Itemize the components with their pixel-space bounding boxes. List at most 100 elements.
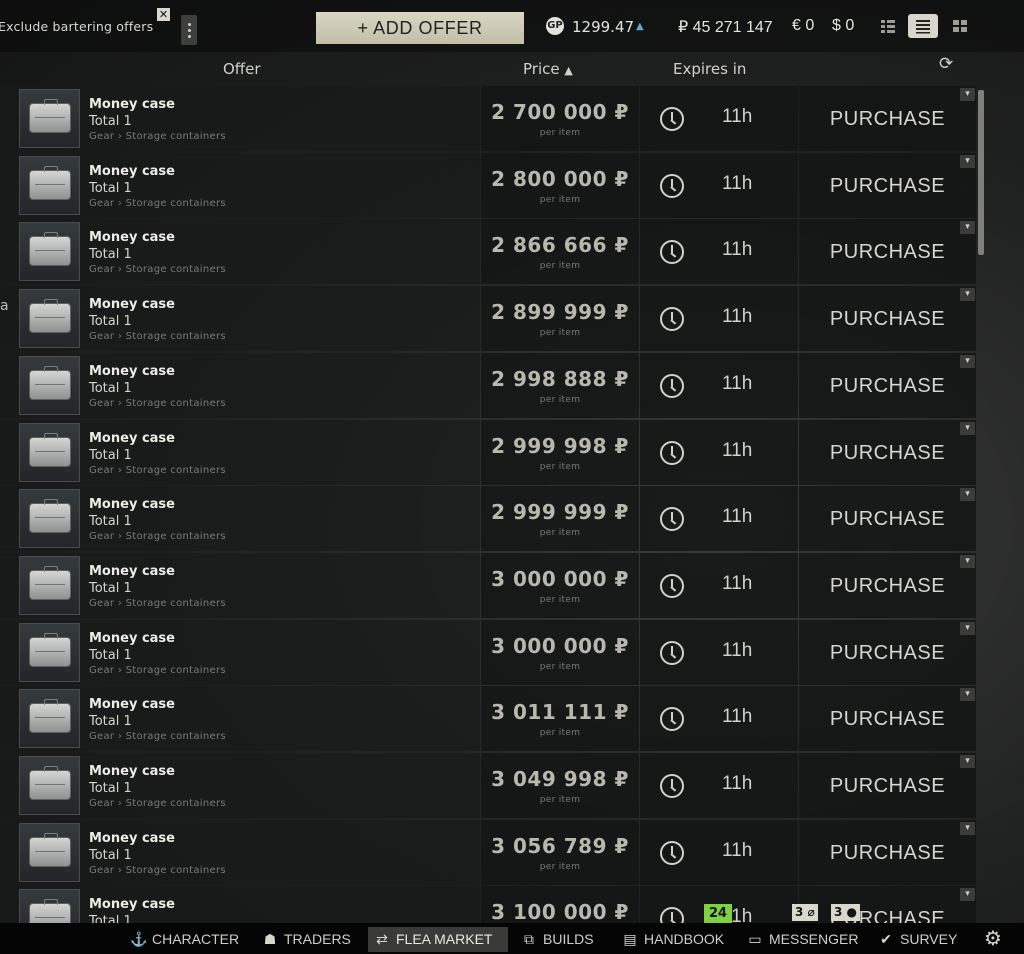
item-thumbnail[interactable] xyxy=(19,823,80,882)
purchase-button[interactable]: PURCHASE xyxy=(799,753,976,818)
expand-row-chevron-icon[interactable]: ▾ xyxy=(960,755,975,768)
nav-survey[interactable]: ✔ SURVEY xyxy=(872,927,957,952)
purchase-label: PURCHASE xyxy=(829,575,946,597)
clock-icon xyxy=(660,507,684,531)
item-thumbnail[interactable] xyxy=(19,889,80,923)
table-row: Money case Total 1 Gear › Storage containe… xyxy=(0,420,976,486)
item-category: Gear › Storage containers xyxy=(89,331,226,342)
item-thumbnail[interactable] xyxy=(19,423,80,482)
compact-list-view-icon[interactable] xyxy=(880,18,896,34)
price-cell: 2 999 998 ₽ per item xyxy=(481,420,639,485)
expires-column-header[interactable]: Expires in xyxy=(673,60,746,78)
expand-row-chevron-icon[interactable]: ▾ xyxy=(960,155,975,168)
expires-time: 11h xyxy=(722,239,753,260)
item-name[interactable]: Money case xyxy=(89,631,175,646)
clock-icon xyxy=(660,574,684,598)
item-thumbnail[interactable] xyxy=(19,289,80,348)
offer-cell: Money case Total 1 Gear › Storage containe… xyxy=(0,620,480,685)
item-thumbnail[interactable] xyxy=(19,756,80,815)
nav-flea-market[interactable]: ⇄ FLEA MARKET xyxy=(368,927,508,952)
purchase-button[interactable]: PURCHASE xyxy=(799,620,976,685)
nav-traders[interactable]: ☗ TRADERS xyxy=(256,927,351,952)
item-thumbnail[interactable] xyxy=(19,156,80,215)
nav-messenger[interactable]: ▭ MESSENGER xyxy=(741,927,858,952)
item-thumbnail[interactable] xyxy=(19,222,80,281)
price-cell: 2 999 999 ₽ per item xyxy=(481,486,639,551)
scrollbar[interactable] xyxy=(978,90,984,255)
purchase-button[interactable]: PURCHASE xyxy=(799,353,976,418)
clock-icon xyxy=(660,307,684,331)
item-name[interactable]: Money case xyxy=(89,497,175,512)
item-name[interactable]: Money case xyxy=(89,97,175,112)
purchase-button[interactable]: PURCHASE xyxy=(799,420,976,485)
item-thumbnail[interactable] xyxy=(19,356,80,415)
offer-cell: Money case Total 1 Gear › Storage containe… xyxy=(0,686,480,751)
item-name[interactable]: Money case xyxy=(89,297,175,312)
paperclip-icon: ⌀ xyxy=(807,905,815,919)
item-thumbnail[interactable] xyxy=(19,689,80,748)
purchase-button[interactable]: PURCHASE xyxy=(799,86,976,151)
expand-row-chevron-icon[interactable]: ▾ xyxy=(960,688,975,701)
nav-character[interactable]: ⚓ CHARACTER xyxy=(124,927,239,952)
expand-row-chevron-icon[interactable]: ▾ xyxy=(960,488,975,501)
exclude-bartering-close-icon[interactable]: ✕ xyxy=(157,8,170,21)
item-thumbnail[interactable] xyxy=(19,489,80,548)
purchase-button[interactable]: PURCHASE xyxy=(799,486,976,551)
purchase-button[interactable]: PURCHASE xyxy=(799,153,976,218)
nav-character-label: CHARACTER xyxy=(152,931,240,947)
money-case-icon xyxy=(29,366,71,400)
grid-view-icon[interactable] xyxy=(952,18,968,34)
expand-row-chevron-icon[interactable]: ▾ xyxy=(960,288,975,301)
purchase-button[interactable]: PURCHASE xyxy=(799,886,976,923)
offer-cell: Money case Total 1 Gear › Storage containe… xyxy=(0,753,480,818)
item-total: Total 1 xyxy=(89,781,132,796)
item-name[interactable]: Money case xyxy=(89,831,175,846)
expand-row-chevron-icon[interactable]: ▾ xyxy=(960,221,975,234)
nav-handbook[interactable]: ▤ HANDBOOK xyxy=(616,927,724,952)
refresh-icon[interactable]: ⟳ xyxy=(939,54,953,74)
person-icon: ● xyxy=(846,905,858,919)
item-name[interactable]: Money case xyxy=(89,897,175,912)
expires-time: 11h xyxy=(722,506,753,527)
purchase-button[interactable]: PURCHASE xyxy=(799,553,976,618)
clock-icon xyxy=(660,441,684,465)
item-name[interactable]: Money case xyxy=(89,364,175,379)
more-options-button[interactable] xyxy=(181,15,197,45)
offer-column-header[interactable]: Offer xyxy=(223,60,261,78)
item-total: Total 1 xyxy=(89,114,132,129)
purchase-button[interactable]: PURCHASE xyxy=(799,286,976,351)
settings-gear-icon[interactable]: ⚙ xyxy=(984,926,1002,950)
item-thumbnail[interactable] xyxy=(19,623,80,682)
expand-row-chevron-icon[interactable]: ▾ xyxy=(960,88,975,101)
item-name[interactable]: Money case xyxy=(89,564,175,579)
expand-row-chevron-icon[interactable]: ▾ xyxy=(960,422,975,435)
exclude-bartering-label: Exclude bartering offers xyxy=(0,19,154,34)
purchase-button[interactable]: PURCHASE xyxy=(799,686,976,751)
item-thumbnail[interactable] xyxy=(19,556,80,615)
offer-cell: Money case Total 1 Gear › Storage containe… xyxy=(0,486,480,551)
expires-cell: 11h xyxy=(640,486,798,551)
purchase-button[interactable]: PURCHASE xyxy=(799,219,976,284)
table-row: Money case Total 1 Gear › Storage containe… xyxy=(0,620,976,686)
expand-row-chevron-icon[interactable]: ▾ xyxy=(960,888,975,901)
item-price: 2 998 888 ₽ xyxy=(491,367,629,391)
purchase-label: PURCHASE xyxy=(829,642,946,664)
table-row: Money case Total 1 Gear › Storage containe… xyxy=(0,286,976,352)
item-name[interactable]: Money case xyxy=(89,697,175,712)
gp-coin-icon: GP xyxy=(546,17,564,35)
expand-row-chevron-icon[interactable]: ▾ xyxy=(960,355,975,368)
item-name[interactable]: Money case xyxy=(89,431,175,446)
add-offer-button[interactable]: + ADD OFFER xyxy=(316,12,524,44)
expand-row-chevron-icon[interactable]: ▾ xyxy=(960,822,975,835)
list-view-button[interactable] xyxy=(908,14,938,38)
item-name[interactable]: Money case xyxy=(89,164,175,179)
item-thumbnail[interactable] xyxy=(19,89,80,148)
expand-row-chevron-icon[interactable]: ▾ xyxy=(960,622,975,635)
nav-builds[interactable]: ⧉ BUILDS xyxy=(515,927,594,952)
item-name[interactable]: Money case xyxy=(89,764,175,779)
item-category: Gear › Storage containers xyxy=(89,731,226,742)
expand-row-chevron-icon[interactable]: ▾ xyxy=(960,555,975,568)
item-name[interactable]: Money case xyxy=(89,230,175,245)
purchase-button[interactable]: PURCHASE xyxy=(799,820,976,885)
price-column-header[interactable]: Price ▲ xyxy=(523,60,573,78)
